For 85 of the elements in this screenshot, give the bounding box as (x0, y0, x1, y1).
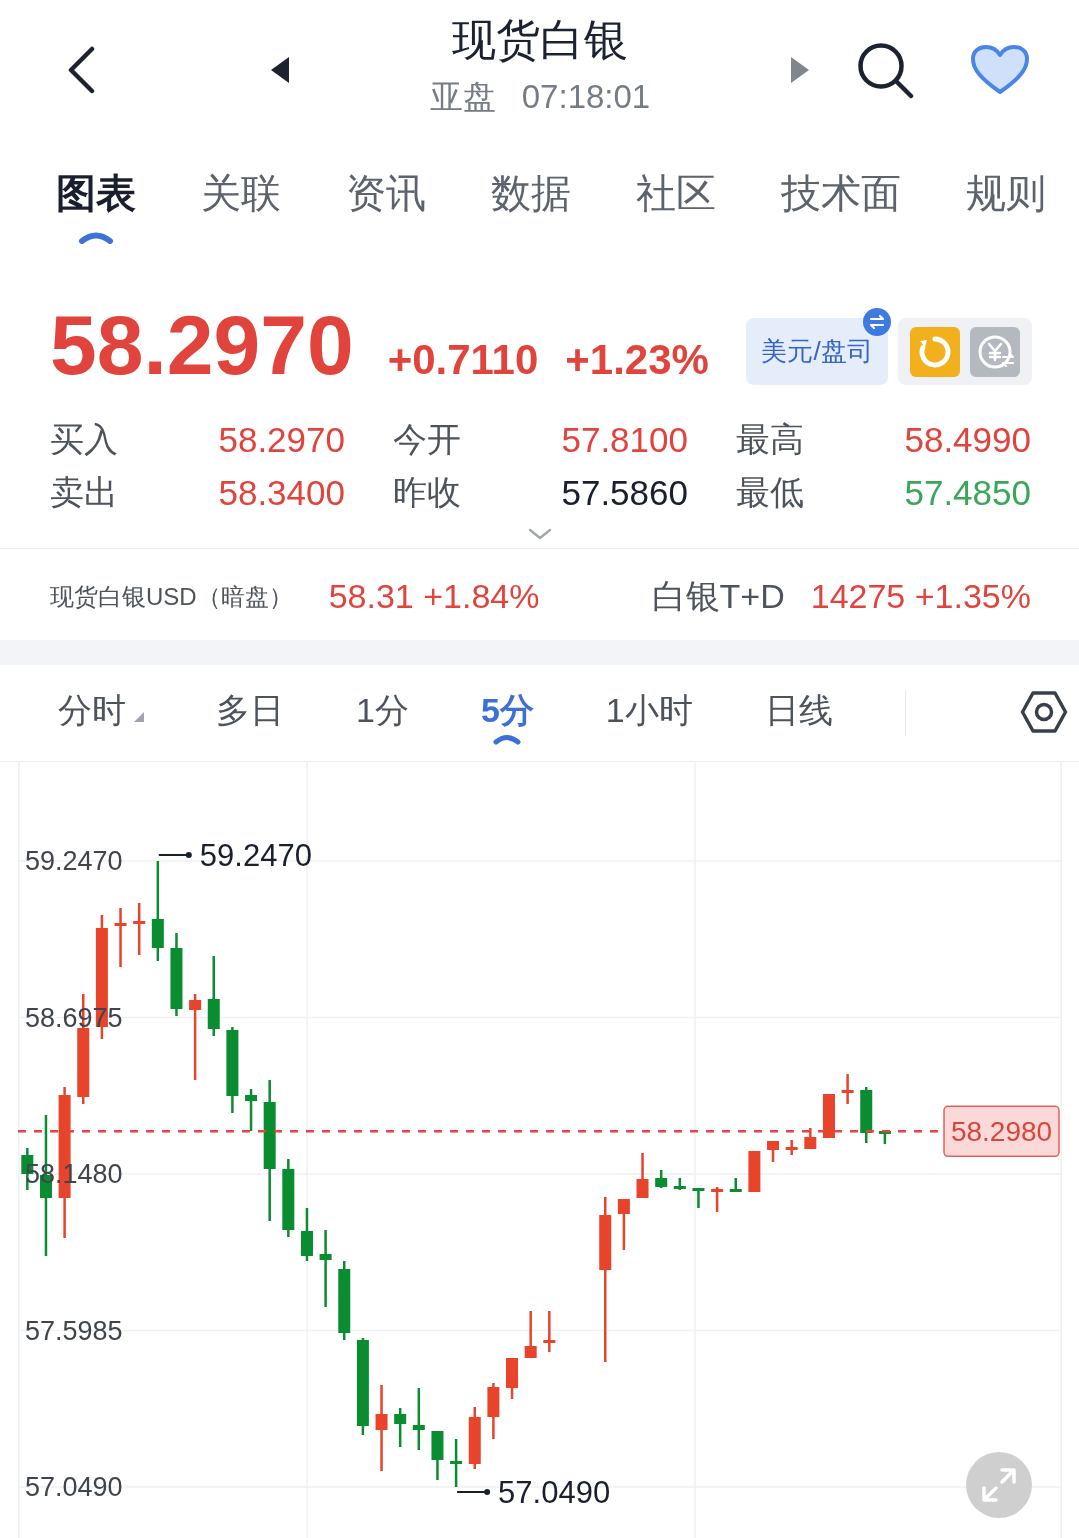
stat-label: 最低 (736, 471, 804, 513)
market-session: 亚盘 (429, 77, 496, 117)
chevron-down-icon[interactable] (527, 528, 552, 540)
stat-value: 57.8100 (561, 419, 688, 460)
tab[interactable]: 数据 (491, 169, 571, 217)
unit-button[interactable]: 美元/盘司 (746, 318, 888, 385)
expand-icon (981, 1467, 1017, 1503)
stat-value: 57.4850 (904, 472, 1031, 513)
period-tab[interactable]: 5分 (480, 690, 534, 745)
candlestick (524, 1311, 537, 1358)
instrument-name: 现货白银USD（暗盘） (50, 581, 293, 612)
period-tab[interactable]: 1小时 (605, 690, 693, 730)
tab[interactable]: 技术面 (781, 169, 901, 217)
y-axis-label: 57.5985 (25, 1315, 123, 1346)
candlestick (841, 1074, 854, 1104)
low-price-label: 57.0490 (498, 1474, 611, 1510)
candlestick (729, 1178, 742, 1192)
stat-value: 58.2970 (218, 419, 345, 460)
candlestick (878, 1131, 891, 1144)
candlestick (133, 903, 146, 955)
candlestick (114, 908, 127, 967)
tab[interactable]: 社区 (636, 169, 716, 217)
candlestick (692, 1188, 705, 1208)
candlestick (822, 1094, 835, 1138)
stat-label: 今开 (393, 418, 461, 460)
stat-value: 58.4990 (904, 419, 1031, 460)
stat-label: 昨收 (393, 471, 461, 513)
caret-left-icon[interactable] (271, 57, 289, 83)
instrument-name: 白银T+D (651, 575, 785, 617)
price-change: +0.7110 (387, 336, 539, 384)
tab[interactable]: 资讯 (346, 169, 426, 217)
instrument-quote: 14275 +1.35% (810, 577, 1031, 616)
candlestick (431, 1431, 444, 1480)
candlestick (300, 1208, 313, 1261)
candlestick (655, 1170, 668, 1188)
y-axis-label: 57.0490 (25, 1472, 123, 1502)
stat-label: 买入 (50, 418, 118, 460)
period-tab[interactable]: 1分 (356, 690, 409, 730)
candlestick (748, 1151, 761, 1192)
high-price-label: 59.2470 (199, 837, 312, 873)
period-tab[interactable]: 日线 (764, 690, 833, 730)
candlestick (487, 1383, 500, 1439)
candlestick (506, 1358, 519, 1399)
candlestick (804, 1128, 817, 1149)
candlestick (412, 1388, 425, 1450)
tab[interactable]: 关联 (201, 169, 281, 217)
stat-label: 最高 (736, 418, 804, 460)
tab[interactable]: 图表 (56, 169, 136, 244)
candlestick (673, 1178, 686, 1190)
last-price-tag: 58.2980 (943, 1105, 1060, 1158)
page-title: 现货白银 (452, 16, 628, 64)
tab-indicator-icon (492, 733, 523, 745)
tab[interactable]: 规则 (966, 169, 1046, 217)
period-tab[interactable]: 多日 (216, 690, 284, 730)
period-tab[interactable]: 分时 (58, 690, 144, 730)
candlestick (543, 1311, 556, 1352)
candlestick (245, 1089, 258, 1131)
back-icon[interactable] (66, 46, 96, 94)
candlestick (468, 1407, 481, 1469)
candlestick (785, 1140, 798, 1155)
y-axis-label: 59.2470 (25, 846, 123, 876)
ref-line-label: 58.2980 (950, 1115, 1053, 1147)
candlestick (767, 1141, 780, 1162)
update-time: 07:18:01 (521, 77, 651, 117)
last-price: 58.2970 (50, 302, 354, 388)
candlestick (617, 1199, 630, 1250)
stat-label: 卖出 (50, 471, 118, 513)
candlestick (860, 1087, 873, 1143)
swap-icon[interactable] (863, 308, 891, 336)
price-change-percent: +1.23% (565, 336, 709, 384)
candlestick (711, 1187, 724, 1212)
leader-line (456, 1489, 491, 1495)
tab-indicator-icon (78, 231, 114, 244)
instrument-quote: 58.31 +1.84% (328, 577, 540, 616)
candlestick (450, 1439, 463, 1487)
heart-icon[interactable] (970, 44, 1030, 96)
candlestick (636, 1153, 649, 1198)
dropdown-caret-icon (134, 712, 144, 722)
search-icon[interactable] (856, 41, 914, 99)
leader-line (157, 852, 192, 858)
currency-exchange-icon[interactable] (970, 326, 1020, 377)
settings-icon[interactable] (1019, 690, 1068, 734)
stat-value: 57.5860 (561, 472, 688, 513)
stat-value: 58.3400 (218, 472, 345, 513)
candlestick (394, 1408, 407, 1447)
